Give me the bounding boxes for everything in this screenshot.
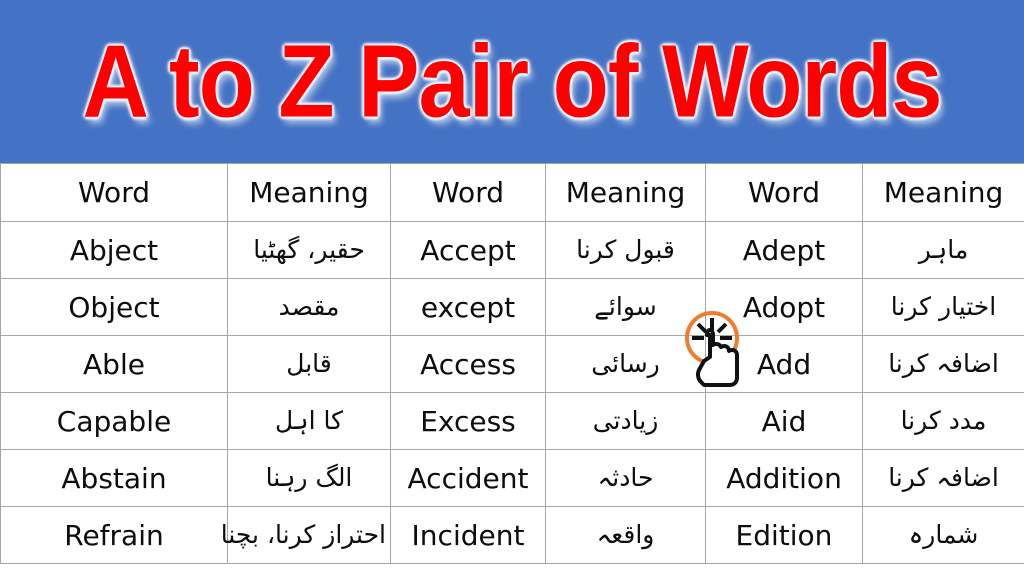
word-cell: Able: [0, 335, 228, 393]
page-title: A to Z Pair of Words: [82, 24, 942, 139]
meaning-cell: اختیار کرنا: [862, 278, 1024, 336]
table-row: Able قابل Access رسائی Add اضافہ کرنا: [0, 335, 1024, 393]
word-cell: Object: [0, 278, 228, 336]
meaning-cell: حادثہ: [545, 449, 706, 507]
table-row: Object مقصد except سوائے Adopt اختیار کر…: [0, 278, 1024, 336]
meaning-cell: کا اہل: [227, 392, 391, 450]
word-cell: Addition: [705, 449, 863, 507]
table-header-row: Word Meaning Word Meaning Word Meaning: [0, 163, 1024, 222]
word-cell: Access: [390, 335, 546, 393]
meaning-cell: الگ رہنا: [227, 449, 391, 507]
meaning-cell: سوائے: [545, 278, 706, 336]
word-cell: Abstain: [0, 449, 228, 507]
meaning-cell: واقعہ: [545, 506, 706, 564]
word-cell: except: [390, 278, 546, 336]
meaning-cell: مدد کرنا: [862, 392, 1024, 450]
table-row: Abject حقیر، گھٹیا Accept قبول کرنا Adep…: [0, 221, 1024, 279]
word-cell: Aid: [705, 392, 863, 450]
table-row: Abstain الگ رہنا Accident حادثہ Addition…: [0, 449, 1024, 507]
meaning-cell: اضافہ کرنا: [862, 449, 1024, 507]
word-cell: Excess: [390, 392, 546, 450]
title-banner: A to Z Pair of Words: [0, 0, 1024, 163]
column-header-meaning-1: Meaning: [227, 163, 391, 222]
meaning-cell: ماہر: [862, 221, 1024, 279]
meaning-cell: احتراز کرنا، بچنا: [221, 506, 391, 564]
meaning-cell: رسائی: [545, 335, 706, 393]
table-row: Refrain احتراز کرنا، بچنا Incident واقعہ…: [0, 506, 1024, 564]
word-cell: Edition: [705, 506, 863, 564]
meaning-cell: زیادتی: [545, 392, 706, 450]
word-cell: Refrain: [0, 506, 228, 564]
word-cell: Accept: [390, 221, 546, 279]
meaning-cell: قبول کرنا: [545, 221, 706, 279]
table-row: Capable کا اہل Excess زیادتی Aid مدد کرن…: [0, 392, 1024, 450]
page-root: A to Z Pair of Words Word Meaning Word M…: [0, 0, 1024, 576]
meaning-cell: قابل: [227, 335, 391, 393]
meaning-cell: اضافہ کرنا: [862, 335, 1024, 393]
column-header-word-3: Word: [705, 163, 863, 222]
word-cell: Abject: [0, 221, 228, 279]
word-cell: Adopt: [705, 278, 863, 336]
column-header-meaning-3: Meaning: [862, 163, 1024, 222]
vocab-table-container: Word Meaning Word Meaning Word Meaning A…: [0, 163, 1024, 576]
word-cell: Add: [705, 335, 863, 393]
word-cell: Incident: [390, 506, 546, 564]
meaning-cell: مقصد: [227, 278, 391, 336]
word-cell: Accident: [390, 449, 546, 507]
column-header-word-2: Word: [390, 163, 546, 222]
column-header-meaning-2: Meaning: [545, 163, 706, 222]
word-cell: Capable: [0, 392, 228, 450]
vocab-table: Word Meaning Word Meaning Word Meaning A…: [0, 163, 1024, 564]
word-cell: Adept: [705, 221, 863, 279]
column-header-word-1: Word: [0, 163, 228, 222]
meaning-cell: حقیر، گھٹیا: [227, 221, 391, 279]
meaning-cell: شمارہ: [862, 506, 1024, 564]
